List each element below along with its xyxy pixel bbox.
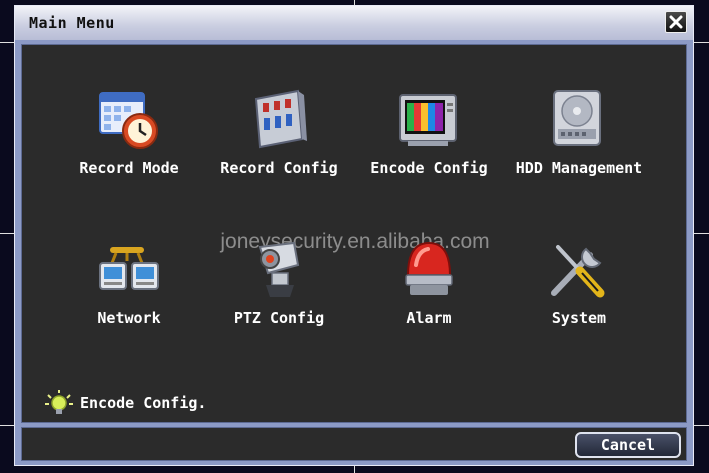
menu-item-hdd-management[interactable]: HDD Management — [504, 85, 654, 177]
footer-bar: Cancel — [21, 427, 687, 461]
window-title: Main Menu — [29, 14, 115, 32]
calendar-clock-icon — [94, 85, 164, 155]
menu-item-ptz-config[interactable]: PTZ Config — [204, 235, 354, 327]
lightbulb-icon — [45, 390, 73, 414]
menu-item-record-config[interactable]: Record Config — [204, 85, 354, 177]
menu-item-label: Alarm — [406, 309, 452, 327]
menu-item-label: PTZ Config — [233, 309, 325, 327]
cancel-button[interactable]: Cancel — [575, 432, 681, 458]
menu-item-label: Record Mode — [79, 159, 179, 177]
close-button[interactable] — [665, 11, 687, 33]
menu-item-label: System — [551, 309, 607, 327]
menu-item-label: Encode Config — [370, 159, 488, 177]
menu-item-network[interactable]: Network — [54, 235, 204, 327]
status-text: Encode Config. — [80, 394, 207, 412]
record-config-icon — [244, 85, 314, 155]
close-icon — [669, 15, 683, 29]
ptz-camera-icon — [244, 235, 314, 305]
menu-panel: joneysecurity.en.alibaba.com Record Mode… — [21, 44, 687, 423]
menu-item-record-mode[interactable]: Record Mode — [54, 85, 204, 177]
alarm-siren-icon — [394, 235, 464, 305]
status-hint: Encode Config. — [44, 389, 206, 417]
menu-item-system[interactable]: System — [504, 235, 654, 327]
main-menu-window: Main Menu joneysecurity.en.alibaba.com R… — [14, 5, 694, 466]
menu-item-alarm[interactable]: Alarm — [354, 235, 504, 327]
network-computers-icon — [94, 235, 164, 305]
menu-item-label: Record Config — [220, 159, 338, 177]
menu-item-label: Network — [97, 309, 161, 327]
menu-item-label: HDD Management — [515, 159, 643, 177]
menu-item-encode-config[interactable]: Encode Config — [354, 85, 504, 177]
title-bar: Main Menu — [15, 6, 693, 40]
tools-icon — [544, 235, 614, 305]
hard-drive-icon — [544, 85, 614, 155]
color-monitor-icon — [394, 85, 464, 155]
